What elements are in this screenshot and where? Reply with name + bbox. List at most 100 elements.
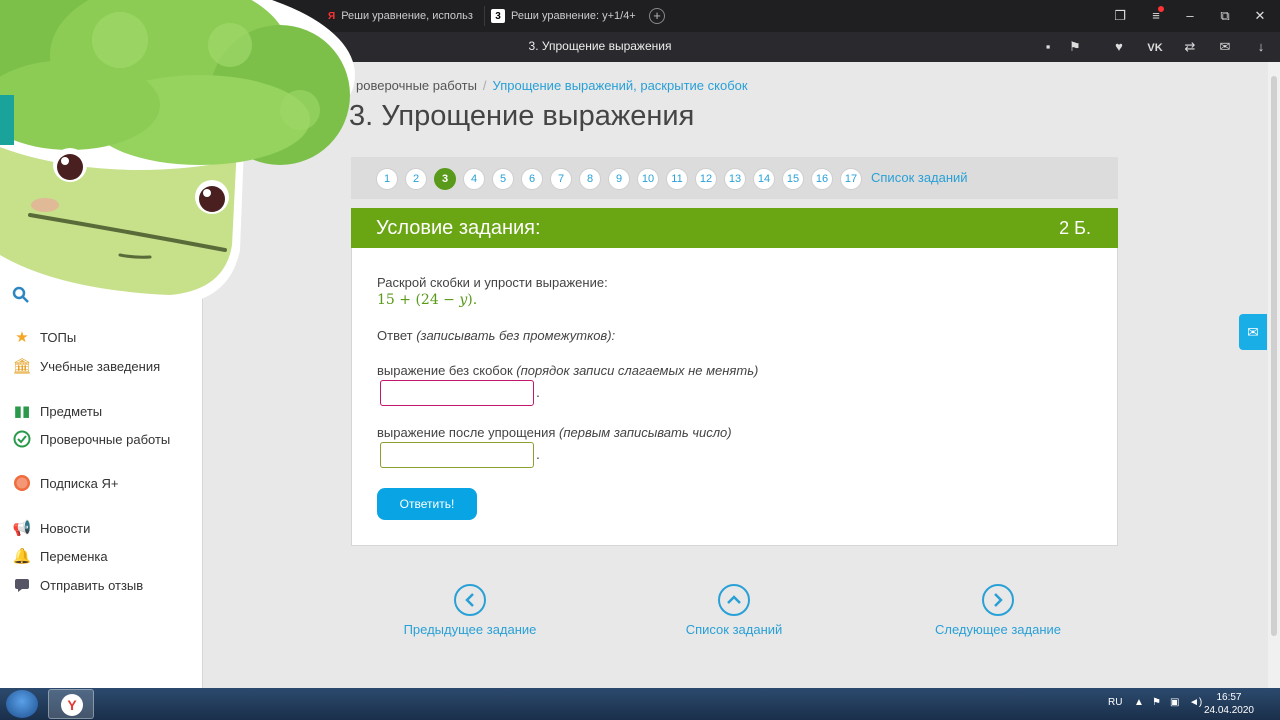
taskbar-yandex-browser[interactable]: Y — [48, 689, 94, 719]
comment-icon[interactable]: ▪ — [1039, 39, 1057, 55]
pager-page-8[interactable]: 8 — [579, 168, 601, 190]
next-task-label: Следующее задание — [934, 622, 1062, 637]
sidebar-item-feedback[interactable]: Отправить отзыв — [12, 576, 143, 594]
chevron-up-icon — [718, 584, 750, 616]
field-2-label: выражение после упрощения (первым записы… — [377, 425, 732, 440]
sidebar-item-subjects[interactable]: ▮▮ Предметы — [12, 402, 102, 420]
favorites-icon[interactable]: ♥ — [1110, 39, 1128, 55]
tray-volume-icon[interactable]: ◄) — [1189, 697, 1202, 708]
chevron-left-icon — [454, 584, 486, 616]
tab-favicon-3: 3 — [491, 9, 505, 23]
field-1-label-text: выражение без скобок — [377, 363, 513, 378]
pager-page-14[interactable]: 14 — [753, 168, 775, 190]
os-taskbar: Y RU ▲ ⚑ ▣ ◄) 16:57 24.04.2020 — [0, 688, 1280, 720]
system-clock[interactable]: 16:57 24.04.2020 — [1204, 691, 1254, 717]
simplified-expression-input[interactable] — [380, 442, 534, 468]
menu-icon[interactable]: ≡ — [1148, 6, 1164, 24]
pager-page-1[interactable]: 1 — [376, 168, 398, 190]
field-2-label-text: выражение после упрощения — [377, 425, 556, 440]
breadcrumb-simplification[interactable]: Упрощение выражений, раскрытие скобок — [493, 78, 748, 93]
sidebar-item-label: Переменка — [40, 548, 108, 564]
clock-date: 24.04.2020 — [1203, 705, 1254, 716]
sidebar-item-label: ТОПы — [40, 329, 77, 345]
scrollbar-thumb[interactable] — [1271, 76, 1277, 636]
books-icon: ▮▮ — [13, 403, 31, 420]
sidebar-item-break[interactable]: 🔔 Переменка — [12, 547, 108, 565]
new-tab-button[interactable]: + — [649, 8, 665, 24]
pager-page-15[interactable]: 15 — [782, 168, 804, 190]
pager-page-12[interactable]: 12 — [695, 168, 717, 190]
restore-icon[interactable]: ⧉ — [1217, 8, 1233, 24]
field-2-period: . — [536, 446, 540, 462]
clock-time: 16:57 — [1216, 692, 1242, 703]
pager-page-9[interactable]: 9 — [608, 168, 630, 190]
close-icon[interactable]: ✕ — [1252, 8, 1268, 24]
bookmark-icon[interactable]: ⚑ — [1066, 39, 1084, 55]
check-circle-icon — [12, 430, 32, 448]
pager-task-list-link[interactable]: Список заданий — [871, 170, 968, 185]
collections-icon[interactable]: ❐ — [1112, 8, 1128, 24]
translate-icon[interactable]: ⇄ — [1181, 39, 1199, 55]
pager-page-3[interactable]: 3 — [434, 168, 456, 190]
tab-1-label: Реши уравнение, использ — [341, 10, 473, 22]
answer-note: (записывать без промежутков): — [416, 328, 616, 343]
answer-label: Ответ (записывать без промежутков): — [377, 328, 615, 343]
pager-page-16[interactable]: 16 — [811, 168, 833, 190]
sidebar-item-label: Предметы — [40, 403, 103, 419]
field-1-note: (порядок записи слагаемых не менять) — [516, 363, 759, 378]
task-instruction: Раскрой скобки и упрости выражение: — [377, 275, 608, 290]
prev-task-link[interactable]: Предыдущее задание — [370, 584, 570, 637]
expanded-expression-input[interactable] — [380, 380, 534, 406]
pager-page-5[interactable]: 5 — [492, 168, 514, 190]
mail-extension-icon[interactable]: ✉ — [1216, 39, 1234, 55]
sidebar-item-label: Проверочные работы — [40, 431, 171, 447]
sidebar-item-label: Отправить отзыв — [40, 577, 144, 593]
sidebar-item-label: Подписка Я+ — [40, 475, 119, 491]
field-1-period: . — [536, 384, 540, 400]
browser-tab-2[interactable]: 3 Реши уравнение: y+1/4+ — [484, 6, 644, 26]
pager-page-11[interactable]: 11 — [666, 168, 688, 190]
sidebar-item-tops[interactable]: ★ ТОПы — [12, 328, 76, 346]
tray-flag-icon[interactable]: ⚑ — [1152, 697, 1161, 708]
tray-arrow-icon[interactable]: ▲ — [1134, 697, 1144, 708]
next-task-link[interactable]: Следующее задание — [898, 584, 1098, 637]
pager-page-2[interactable]: 2 — [405, 168, 427, 190]
breadcrumb: роверочные работы / Упрощение выражений, р… — [356, 78, 748, 93]
page-scrollbar[interactable] — [1268, 62, 1280, 688]
submit-answer-button[interactable]: Ответить! — [377, 488, 477, 520]
svg-text:Y: Y — [67, 697, 77, 713]
language-indicator[interactable]: RU — [1108, 697, 1122, 708]
sidebar-item-tests[interactable]: Проверочные работы — [12, 430, 170, 448]
sidebar-item-subscription[interactable]: Подписка Я+ — [12, 474, 118, 492]
minimize-icon[interactable]: – — [1182, 8, 1198, 24]
broccoli-mascot-illustration — [0, 0, 360, 330]
mail-feedback-button[interactable]: ✉ — [1239, 314, 1267, 350]
breadcrumb-tests[interactable]: роверочные работы — [356, 78, 477, 93]
windows-start-button[interactable] — [6, 690, 38, 718]
expression-part-1: 15 + (24 − — [377, 292, 460, 308]
vk-icon[interactable]: VK — [1146, 39, 1164, 55]
pager-page-17[interactable]: 17 — [840, 168, 862, 190]
task-header: Условие задания: 2 Б. — [351, 208, 1118, 248]
pager-page-4[interactable]: 4 — [463, 168, 485, 190]
sidebar-item-label: Учебные заведения — [40, 358, 161, 374]
pager-page-10[interactable]: 10 — [637, 168, 659, 190]
field-2-note: (первым записывать число) — [559, 425, 732, 440]
page-title: 3. Упрощение выражения — [349, 100, 695, 132]
bell-icon: 🔔 — [12, 548, 32, 565]
prev-task-label: Предыдущее задание — [403, 622, 537, 637]
task-pager: 1 2 3 4 5 6 7 8 9 10 11 12 13 14 15 16 1… — [351, 157, 1118, 199]
pager-page-13[interactable]: 13 — [724, 168, 746, 190]
tray-network-icon[interactable]: ▣ — [1170, 697, 1179, 708]
task-expression: 15 + (24 − y). — [377, 292, 477, 308]
sidebar-item-news[interactable]: 📢 Новости — [12, 519, 91, 537]
chevron-right-icon — [982, 584, 1014, 616]
sidebar-item-institutions[interactable]: 🏛 Учебные заведения — [12, 357, 160, 375]
sidebar-item-label: Новости — [40, 520, 91, 536]
downloads-icon[interactable]: ↓ — [1252, 39, 1270, 55]
expression-part-2: ). — [467, 292, 478, 308]
pager-page-6[interactable]: 6 — [521, 168, 543, 190]
task-points-badge: 2 Б. — [1059, 218, 1091, 238]
task-list-link[interactable]: Список заданий — [634, 584, 834, 637]
pager-page-7[interactable]: 7 — [550, 168, 572, 190]
